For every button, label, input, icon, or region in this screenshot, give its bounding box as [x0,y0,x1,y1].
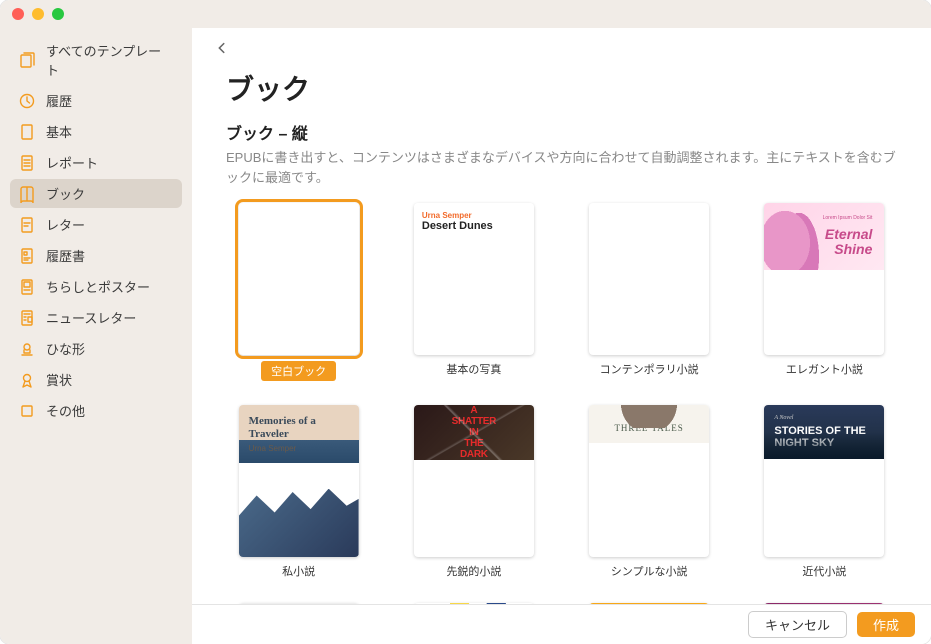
sidebar-item-label: その他 [46,401,85,420]
sidebar-item-label: ひな形 [46,339,85,358]
ribbon-icon [18,371,36,389]
sidebar-item-label: 賞状 [46,370,72,389]
sidebar: すべてのテンプレート履歴基本レポートブックレター履歴書ちらしとポスターニュースレ… [0,28,192,644]
sidebar-item-other[interactable]: その他 [10,396,182,425]
square-icon [18,402,36,420]
template-thumbnail: Memories of a TravelerUrna Semper [239,405,359,557]
doc-icon [18,123,36,141]
template-label: コンテンポラリ小説 [600,361,699,377]
page-title: ブック [226,68,897,108]
sidebar-item-label: すべてのテンプレート [46,41,174,79]
template-thumbnail: HOW TO:WORK &TRAVEL [589,603,709,604]
sidebar-item-label: ニュースレター [46,308,136,327]
sidebar-item-resume[interactable]: 履歴書 [10,241,182,270]
sidebar-item-label: ブック [46,184,85,203]
sidebar-item-label: レポート [46,153,98,172]
stamp-icon [18,340,36,358]
template-blank[interactable]: 空白ブック [226,203,371,381]
template-grid: 空白ブック Urna SemperDesert Dunes 基本の写真 THEWAKI… [226,203,897,604]
template-modern[interactable]: A NovelSTORIES OF THE NIGHT SKY 近代小説 [752,405,897,579]
template-thumbnail: URNA SEMPERAPPLIEDCHEMISTRYFIRST EDITION [764,603,884,604]
sidebar-item-label: 履歴書 [46,246,85,265]
template-simple[interactable]: THREE TALES シンプルな小説 [577,405,722,579]
zoom-window-button[interactable] [52,8,64,20]
main-header [192,28,931,58]
title-row: ブック [192,58,931,120]
sidebar-item-book[interactable]: ブック [10,179,182,208]
template-label: 近代小説 [802,563,846,579]
template-label: 空白ブック [261,361,336,381]
titlebar [0,0,931,28]
template-edgy[interactable]: ASHATTERINTHEDARK 先鋭的小説 [401,405,546,579]
sidebar-item-all[interactable]: すべてのテンプレート [10,36,182,84]
sidebar-item-letter[interactable]: レター [10,210,182,239]
minimize-window-button[interactable] [32,8,44,20]
template-puzzle[interactable] [401,603,546,604]
back-button[interactable] [212,38,232,58]
sidebar-item-recent[interactable]: 履歴 [10,86,182,115]
template-thumbnail: ASHATTERINTHEDARK [414,405,534,557]
close-window-button[interactable] [12,8,24,20]
cancel-button[interactable]: キャンセル [748,611,847,638]
window-body: すべてのテンプレート履歴基本レポートブックレター履歴書ちらしとポスターニュースレ… [0,28,931,644]
book-icon [18,185,36,203]
template-thumbnail: Urna SemperDesert Dunes [414,203,534,355]
sidebar-item-label: 基本 [46,122,72,141]
template-thumbnail: The Seasons of Paris [239,603,359,604]
template-label: 先鋭的小説 [446,563,501,579]
template-thumbnail: THEWAKINGLIGHTS [589,203,709,355]
template-contemp[interactable]: THEWAKINGLIGHTS コンテンポラリ小説 [577,203,722,381]
template-label: シンプルな小説 [611,563,688,579]
doc-stack-icon [18,51,36,69]
template-elegant[interactable]: Lorem Ipsum Dolor SitEternalShine エレガント小説 [752,203,897,381]
doc-lines-3-icon [18,154,36,172]
sidebar-item-stationery[interactable]: ひな形 [10,334,182,363]
chevron-left-icon [215,41,229,55]
template-photo[interactable]: Urna SemperDesert Dunes 基本の写真 [401,203,546,381]
footer: キャンセル 作成 [192,604,931,644]
template-personal[interactable]: Memories of a TravelerUrna Semper 私小説 [226,405,371,579]
section-description: EPUBに書き出すと、コンテンツはさまざまなデバイスや方向に合わせて自動調整され… [226,148,897,187]
clock-icon [18,92,36,110]
template-label: エレガント小説 [786,361,863,377]
template-thumbnail: A NovelSTORIES OF THE NIGHT SKY [764,405,884,557]
template-paris[interactable]: The Seasons of Paris [226,603,371,604]
template-text[interactable]: URNA SEMPERAPPLIEDCHEMISTRYFIRST EDITION [752,603,897,604]
template-thumbnail: Lorem Ipsum Dolor SitEternalShine [764,203,884,355]
doc-lines-2-icon [18,216,36,234]
news-icon [18,309,36,327]
main-panel: ブック ブック – 縦 EPUBに書き出すと、コンテンツはさまざまなデバイスや方… [192,28,931,644]
section-title: ブック – 縦 [226,120,897,144]
sidebar-item-report[interactable]: レポート [10,148,182,177]
template-thumbnail [239,203,359,355]
sidebar-item-label: レター [46,215,85,234]
template-label: 基本の写真 [446,361,501,377]
sidebar-item-news[interactable]: ニュースレター [10,303,182,332]
create-button[interactable]: 作成 [857,612,915,637]
sidebar-item-label: 履歴 [46,91,72,110]
sidebar-item-flyer[interactable]: ちらしとポスター [10,272,182,301]
sidebar-item-label: ちらしとポスター [46,277,150,296]
template-thumbnail: THREE TALES [589,405,709,557]
template-label: 私小説 [282,563,315,579]
template-scroll[interactable]: ブック – 縦 EPUBに書き出すと、コンテンツはさまざまなデバイスや方向に合わ… [192,120,931,604]
sidebar-item-basic[interactable]: 基本 [10,117,182,146]
poster-icon [18,278,36,296]
sidebar-item-cert[interactable]: 賞状 [10,365,182,394]
template-chooser-window: すべてのテンプレート履歴基本レポートブックレター履歴書ちらしとポスターニュースレ… [0,0,931,644]
template-thumbnail [414,603,534,604]
template-howto[interactable]: HOW TO:WORK &TRAVEL [577,603,722,604]
doc-card-icon [18,247,36,265]
